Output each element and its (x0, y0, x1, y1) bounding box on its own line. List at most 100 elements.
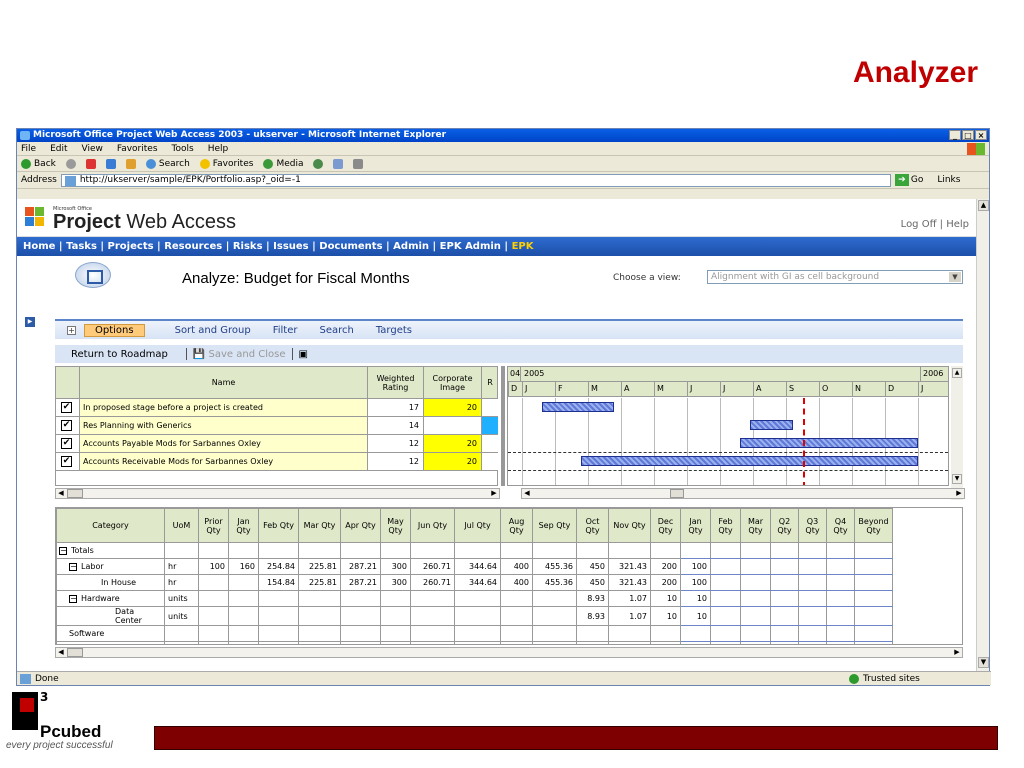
qty-cell[interactable] (454, 606, 501, 626)
options-tab[interactable]: Options (84, 323, 145, 337)
qty-cell[interactable] (500, 606, 533, 626)
tab-sort-and-group[interactable]: Sort and Group (175, 325, 251, 336)
qty-cell[interactable]: 100 (198, 558, 229, 575)
qty-cell[interactable] (798, 542, 827, 559)
maximize-button[interactable]: □ (962, 130, 974, 140)
qty-cell[interactable] (854, 542, 893, 559)
qty-cell[interactable] (740, 606, 771, 626)
expand-icon[interactable]: + (67, 325, 76, 335)
scroll-left-icon[interactable]: ◀ (56, 648, 66, 657)
nav-issues[interactable]: Issues (273, 241, 308, 252)
logoff-help-link[interactable]: Log Off | Help (901, 219, 969, 230)
qty-cell[interactable]: 400 (500, 574, 533, 591)
qty-cell[interactable] (298, 542, 341, 559)
gantt-horizontal-scrollbar[interactable]: ◀ ▶ (521, 488, 965, 499)
qty-cell[interactable] (228, 606, 259, 626)
qty-cell[interactable] (650, 641, 681, 644)
view-select[interactable]: Alignment with GI as cell background ▼ (707, 270, 963, 284)
qty-cell[interactable]: 260.71 (410, 574, 455, 591)
qty-cell[interactable] (798, 625, 827, 642)
refresh-button[interactable] (105, 158, 116, 169)
qty-cell[interactable] (410, 625, 455, 642)
gantt-bar[interactable] (581, 456, 918, 466)
search-button[interactable]: Search (145, 158, 190, 169)
qty-cell[interactable] (410, 641, 455, 644)
qty-cell[interactable] (854, 606, 893, 626)
gantt-bar[interactable] (739, 438, 918, 448)
qty-cell[interactable] (340, 641, 381, 644)
qty-cell[interactable]: 321.43 (608, 558, 651, 575)
minimize-button[interactable]: _ (949, 130, 961, 140)
go-button[interactable]: ➔ Go (894, 174, 923, 186)
qty-cell[interactable] (770, 606, 799, 626)
project-row[interactable]: ✔ Accounts Payable Mods for Sarbannes Oxl… (56, 435, 498, 453)
tab-filter[interactable]: Filter (273, 325, 298, 336)
nav-epk[interactable]: EPK (512, 241, 534, 252)
qty-cell[interactable]: 450 (576, 558, 609, 575)
qty-cell[interactable] (380, 590, 411, 607)
nav-documents[interactable]: Documents (319, 241, 382, 252)
nav-risks[interactable]: Risks (233, 241, 263, 252)
project-row[interactable]: ✔ Res Planning with Generics 14 (56, 417, 498, 435)
qty-cell[interactable] (710, 574, 741, 591)
links-button[interactable]: Links (937, 175, 960, 185)
qty-cell[interactable] (710, 542, 741, 559)
qty-cell[interactable] (710, 625, 741, 642)
qty-cell[interactable] (740, 641, 771, 644)
qty-cell[interactable]: 254.84 (258, 558, 299, 575)
qty-cell[interactable] (650, 542, 681, 559)
qty-cell[interactable]: 321.43 (608, 574, 651, 591)
collapse-icon[interactable]: − (69, 562, 77, 571)
nav-admin[interactable]: Admin (393, 241, 429, 252)
qty-cell[interactable] (198, 542, 229, 559)
qty-cell[interactable]: 8.93 (576, 590, 609, 607)
qty-cell[interactable] (500, 590, 533, 607)
qty-cell[interactable] (710, 558, 741, 575)
qty-cell[interactable] (258, 542, 299, 559)
qty-cell[interactable] (454, 641, 501, 644)
address-input[interactable]: http://ukserver/sample/EPK/Portfolio.asp… (60, 173, 891, 187)
favorites-button[interactable]: Favorites (199, 158, 253, 169)
qty-cell[interactable] (298, 590, 341, 607)
gantt-bar[interactable] (749, 420, 793, 430)
qty-cell[interactable]: 287.21 (340, 574, 381, 591)
project-checkbox[interactable]: ✔ (61, 420, 72, 431)
qty-cell[interactable] (532, 542, 577, 559)
qty-cell[interactable]: 225.81 (298, 558, 341, 575)
qty-cell[interactable] (798, 574, 827, 591)
project-horizontal-scrollbar[interactable]: ◀ ▶ (55, 488, 500, 499)
qty-cell[interactable]: 100 (680, 574, 711, 591)
scroll-left-icon[interactable]: ◀ (522, 489, 532, 498)
menu-item-help[interactable]: Help (208, 142, 229, 155)
qty-cell[interactable] (198, 641, 229, 644)
qty-cell[interactable] (740, 542, 771, 559)
qty-cell[interactable]: 160 (228, 558, 259, 575)
qty-cell[interactable] (532, 606, 577, 626)
qty-cell[interactable] (826, 590, 855, 607)
export-icon[interactable]: ▣ (299, 349, 308, 360)
qty-cell[interactable] (500, 542, 533, 559)
qty-cell[interactable] (198, 606, 229, 626)
scroll-thumb[interactable] (670, 489, 684, 498)
qty-cell[interactable] (228, 542, 259, 559)
qty-cell[interactable] (258, 590, 299, 607)
menu-item-view[interactable]: View (82, 142, 103, 155)
expand-panel-button[interactable]: ▶ (25, 317, 35, 327)
page-vertical-scrollbar[interactable]: ▲ ▼ (976, 199, 989, 671)
menu-item-favorites[interactable]: Favorites (117, 142, 158, 155)
qty-cell[interactable] (826, 542, 855, 559)
qty-cell[interactable] (740, 590, 771, 607)
nav-resources[interactable]: Resources (164, 241, 222, 252)
qty-cell[interactable] (576, 542, 609, 559)
qty-cell[interactable] (380, 606, 411, 626)
qty-cell[interactable] (380, 542, 411, 559)
qty-cell[interactable]: 300 (380, 558, 411, 575)
qty-cell[interactable]: 400 (500, 558, 533, 575)
qty-cell[interactable]: 450 (576, 574, 609, 591)
menu-item-tools[interactable]: Tools (172, 142, 194, 155)
qty-cell[interactable] (680, 641, 711, 644)
qty-cell[interactable] (798, 590, 827, 607)
qty-cell[interactable] (798, 641, 827, 644)
nav-epk-admin[interactable]: EPK Admin (440, 241, 501, 252)
qty-cell[interactable] (298, 606, 341, 626)
